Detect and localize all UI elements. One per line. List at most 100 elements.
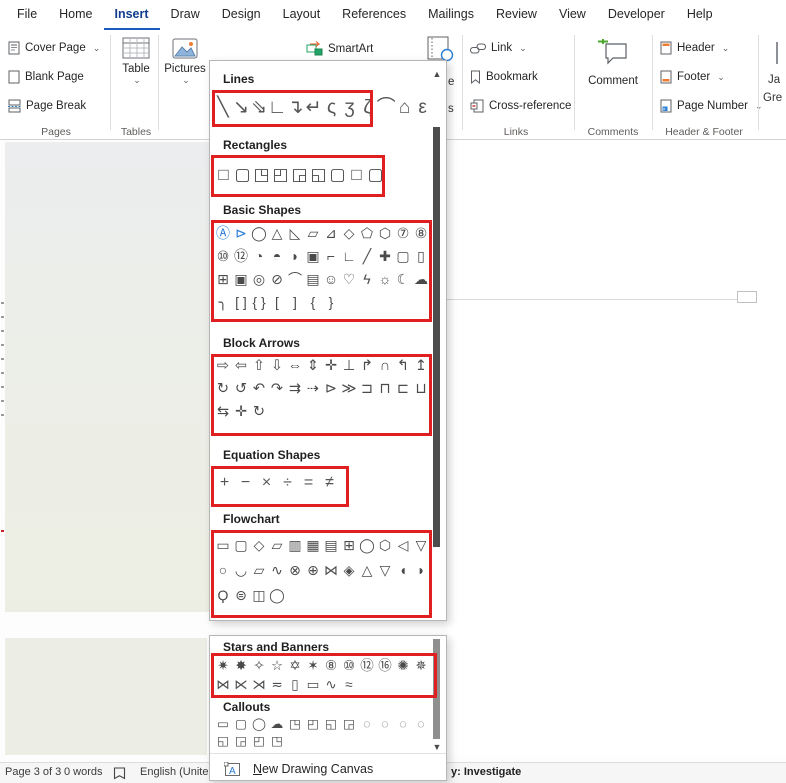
page-indicator[interactable]: Page 3 of 3	[5, 766, 61, 778]
shape-icon[interactable]: ◓	[268, 245, 286, 268]
shape-icon[interactable]: ▥	[286, 533, 304, 558]
shape-icon[interactable]: △	[268, 222, 286, 245]
menu-tab-draw[interactable]: Draw	[160, 0, 211, 30]
header-button[interactable]: Header ⌄	[660, 38, 729, 58]
shape-icon[interactable]: ⑦	[394, 222, 412, 245]
shape-icon[interactable]: ◳	[268, 733, 286, 750]
shape-icon[interactable]: ⋊	[250, 675, 268, 694]
shape-icon[interactable]: ▢	[328, 157, 347, 193]
word-count[interactable]: 0 words	[64, 766, 103, 778]
shape-icon[interactable]: ×	[256, 468, 277, 498]
footer-button[interactable]: Footer ⌄	[660, 67, 725, 87]
smartart-button[interactable]: SmartArt	[306, 41, 373, 56]
shape-icon[interactable]: ⊏	[394, 378, 412, 401]
shape-icon[interactable]: ∟	[268, 91, 287, 125]
shape-icon[interactable]: ▢	[232, 716, 250, 733]
shape-icon[interactable]: ⑩	[214, 245, 232, 268]
shape-icon[interactable]: ⊔	[412, 378, 430, 401]
shape-icon[interactable]: ◲	[232, 733, 250, 750]
shape-icon[interactable]: ⑫	[232, 245, 250, 268]
shape-icon[interactable]: ⊓	[376, 378, 394, 401]
shape-icon[interactable]: Ϙ	[214, 583, 232, 608]
shape-icon[interactable]: □	[347, 157, 366, 193]
shape-icon[interactable]: ✸	[232, 656, 250, 675]
shape-icon[interactable]: □	[214, 157, 233, 193]
shape-icon[interactable]: ◇	[340, 222, 358, 245]
blank-page-button[interactable]: Blank Page	[8, 67, 84, 87]
menu-tab-home[interactable]: Home	[48, 0, 103, 30]
shape-icon[interactable]: ▢	[232, 533, 250, 558]
shape-icon[interactable]: ↵	[305, 91, 323, 125]
shape-icon[interactable]: ╮	[214, 291, 232, 314]
bookmark-button[interactable]: Bookmark	[470, 67, 538, 87]
shape-icon[interactable]: ⑩	[340, 656, 358, 675]
shape-icon[interactable]: ▦	[304, 533, 322, 558]
shape-icon[interactable]: ▽	[376, 558, 394, 583]
shape-icon[interactable]: ✛	[322, 355, 340, 378]
shape-icon[interactable]: ◁	[394, 533, 412, 558]
shape-icon[interactable]: ◌	[412, 716, 430, 733]
shape-icon[interactable]: ◔	[250, 245, 268, 268]
menu-tab-review[interactable]: Review	[485, 0, 548, 30]
menu-tab-insert[interactable]: Insert	[104, 0, 160, 30]
shape-icon[interactable]: ↺	[232, 378, 250, 401]
scroll-up-arrow[interactable]: ▲	[429, 67, 445, 81]
shape-icon[interactable]: −	[235, 468, 256, 498]
shape-icon[interactable]: ◈	[340, 558, 358, 583]
shape-icon[interactable]: ▱	[268, 533, 286, 558]
shape-icon[interactable]: ⌒	[377, 91, 396, 125]
shape-icon[interactable]: ϟ	[358, 268, 376, 291]
shape-icon[interactable]: {	[304, 291, 322, 314]
shape-icon[interactable]: ]	[286, 291, 304, 314]
shape-icon[interactable]: ⊳	[322, 378, 340, 401]
shape-icon[interactable]: ▢	[233, 157, 252, 193]
shape-icon[interactable]: ╱	[358, 245, 376, 268]
shape-icon[interactable]: ⊘	[268, 268, 286, 291]
shape-icon[interactable]: ▤	[322, 533, 340, 558]
shape-icon[interactable]: ◌	[376, 716, 394, 733]
shape-icon[interactable]: ◱	[309, 157, 328, 193]
new-drawing-canvas-button[interactable]: A New Drawing Canvas	[210, 756, 446, 782]
shape-icon[interactable]: ✶	[304, 656, 322, 675]
shape-icon[interactable]: ✺	[394, 656, 412, 675]
shape-icon[interactable]: ʒ	[341, 91, 359, 125]
shape-icon[interactable]: ◗	[412, 558, 430, 583]
shape-icon[interactable]: ⊞	[214, 268, 232, 291]
shape-icon[interactable]: ▤	[304, 268, 322, 291]
shape-icon[interactable]: ⌒	[286, 268, 304, 291]
shape-icon[interactable]: ≫	[340, 378, 358, 401]
shape-icon[interactable]: ◯	[250, 222, 268, 245]
shape-icon[interactable]: ÷	[277, 468, 298, 498]
shape-icon[interactable]: ⇕	[304, 355, 322, 378]
shape-icon[interactable]: ⌂	[396, 91, 414, 125]
accessibility-status[interactable]: y: Investigate	[451, 766, 521, 778]
shape-icon[interactable]: ◌	[358, 716, 376, 733]
shape-icon[interactable]: ✵	[412, 656, 430, 675]
shape-icon[interactable]: ⊗	[286, 558, 304, 583]
shape-icon[interactable]: ◳	[252, 157, 271, 193]
shape-icon[interactable]: ⋈	[322, 558, 340, 583]
shape-icon[interactable]: ◺	[286, 222, 304, 245]
shape-icon[interactable]: ≠	[319, 468, 340, 498]
document-page-right[interactable]	[447, 140, 786, 755]
shape-icon[interactable]: ⊳	[232, 222, 250, 245]
cover-page-button[interactable]: Cover Page ⌄	[8, 38, 100, 58]
shape-icon[interactable]: ⊿	[322, 222, 340, 245]
shape-icon[interactable]: ◯	[250, 716, 268, 733]
shape-icon[interactable]: ✡	[286, 656, 304, 675]
shape-icon[interactable]: ⇆	[214, 401, 232, 424]
shape-icon[interactable]: ♡	[340, 268, 358, 291]
shape-icon[interactable]: ⋈	[214, 675, 232, 694]
shape-icon[interactable]: ⇨	[214, 355, 232, 378]
shape-icon[interactable]: ☼	[376, 268, 394, 291]
shape-icon[interactable]: ⇉	[286, 378, 304, 401]
page-number-button[interactable]: # Page Number ⌄	[660, 96, 763, 116]
shape-icon[interactable]: ☁	[268, 716, 286, 733]
shape-icon[interactable]: ▭	[214, 716, 232, 733]
shape-icon[interactable]: ◇	[250, 533, 268, 558]
shape-icon[interactable]: ○	[214, 558, 232, 583]
shape-icon[interactable]: ▱	[250, 558, 268, 583]
shape-icon[interactable]: ◳	[286, 716, 304, 733]
shape-icon[interactable]: { }	[250, 291, 268, 314]
shape-icon[interactable]: ε	[414, 91, 432, 125]
